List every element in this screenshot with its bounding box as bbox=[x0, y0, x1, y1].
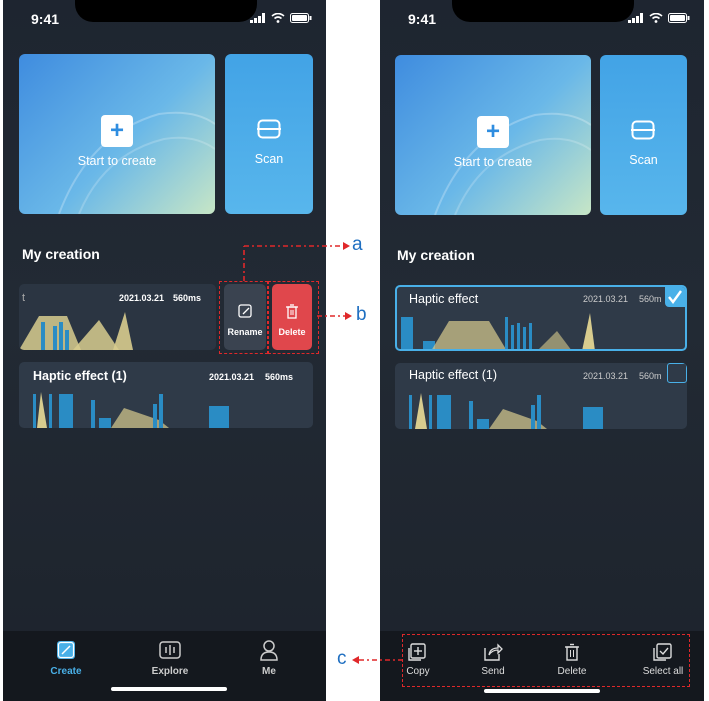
haptic-waveform bbox=[33, 392, 229, 428]
status-time: 9:41 bbox=[31, 11, 60, 27]
scan-label: Scan bbox=[629, 153, 658, 167]
bulk-actions-highlight-box bbox=[402, 634, 690, 687]
wifi-icon bbox=[649, 13, 663, 23]
annotation-a: a bbox=[352, 234, 363, 255]
item-title: Haptic effect (1) bbox=[409, 368, 498, 382]
tab-bar: Create Explore Me bbox=[3, 631, 326, 701]
item-date: 2021.03.21 bbox=[119, 293, 165, 303]
haptic-waveform bbox=[409, 393, 603, 429]
item-date: 2021.03.21 bbox=[583, 371, 629, 381]
delete-highlight-box bbox=[268, 281, 319, 354]
tab-create-label: Create bbox=[50, 666, 82, 677]
tab-explore-label: Explore bbox=[151, 666, 189, 677]
start-to-create-label: Start to create bbox=[77, 154, 157, 168]
item-title: t bbox=[22, 292, 26, 304]
item-title: Haptic effect (1) bbox=[33, 369, 127, 383]
right-phone-screen: 9:41 + Start to create Scan My creation … bbox=[380, 0, 704, 701]
my-creation-title: My creation bbox=[22, 246, 100, 262]
scan-card[interactable]: Scan bbox=[225, 54, 313, 214]
status-icons bbox=[628, 13, 690, 23]
notch bbox=[452, 0, 634, 22]
list-item[interactable]: t 2021.03.21 560ms bbox=[19, 284, 216, 350]
wifi-icon bbox=[271, 13, 285, 23]
list-item[interactable]: Haptic effect (1) 2021.03.21 560ms bbox=[19, 362, 313, 428]
annotation-c: c bbox=[337, 648, 347, 669]
list-item[interactable]: Haptic effect (1) 2021.03.21 560m bbox=[395, 363, 687, 429]
haptic-waveform bbox=[401, 313, 595, 349]
scan-label: Scan bbox=[254, 152, 284, 166]
item-date: 2021.03.21 bbox=[583, 294, 629, 304]
status-time: 9:41 bbox=[408, 11, 437, 27]
annotation-b: b bbox=[356, 304, 367, 325]
item-checkbox-checked[interactable] bbox=[665, 287, 685, 307]
start-to-create-card[interactable]: + Start to create bbox=[395, 55, 591, 215]
battery-icon bbox=[668, 13, 690, 23]
annotation-a-connector bbox=[243, 242, 350, 281]
tab-me-label: Me bbox=[262, 666, 276, 677]
explore-icon bbox=[159, 641, 181, 659]
tab-explore[interactable]: Explore bbox=[140, 639, 200, 677]
start-to-create-card[interactable]: + Start to create bbox=[19, 54, 215, 214]
home-indicator bbox=[484, 689, 600, 693]
my-creation-title: My creation bbox=[397, 247, 475, 263]
create-icon bbox=[57, 641, 75, 659]
item-duration: 560m bbox=[639, 371, 662, 381]
rename-highlight-box bbox=[219, 281, 268, 354]
item-duration: 560ms bbox=[265, 372, 294, 382]
item-title: Haptic effect bbox=[409, 292, 479, 306]
annotation-c-connector bbox=[352, 656, 402, 664]
item-duration: 560m bbox=[639, 294, 662, 304]
signal-icon bbox=[628, 13, 643, 23]
signal-icon bbox=[250, 13, 265, 23]
plus-icon: + bbox=[477, 116, 509, 148]
person-icon bbox=[260, 640, 278, 661]
annotation-b-connector bbox=[317, 312, 352, 320]
scan-icon bbox=[631, 120, 655, 140]
tab-me[interactable]: Me bbox=[239, 639, 299, 677]
scan-icon bbox=[257, 119, 281, 139]
haptic-waveform bbox=[19, 312, 133, 350]
item-checkbox-unchecked[interactable] bbox=[667, 363, 687, 383]
check-icon bbox=[668, 290, 682, 304]
notch bbox=[75, 0, 257, 22]
item-duration: 560ms bbox=[173, 293, 202, 303]
list-item-selected[interactable]: Haptic effect 2021.03.21 560m bbox=[395, 285, 687, 351]
scan-card[interactable]: Scan bbox=[600, 55, 687, 215]
plus-icon: + bbox=[101, 115, 133, 147]
home-indicator bbox=[111, 687, 227, 691]
status-icons bbox=[250, 13, 312, 23]
start-to-create-label: Start to create bbox=[453, 155, 533, 169]
item-date: 2021.03.21 bbox=[209, 372, 255, 382]
tab-create[interactable]: Create bbox=[36, 639, 96, 677]
battery-icon bbox=[290, 13, 312, 23]
